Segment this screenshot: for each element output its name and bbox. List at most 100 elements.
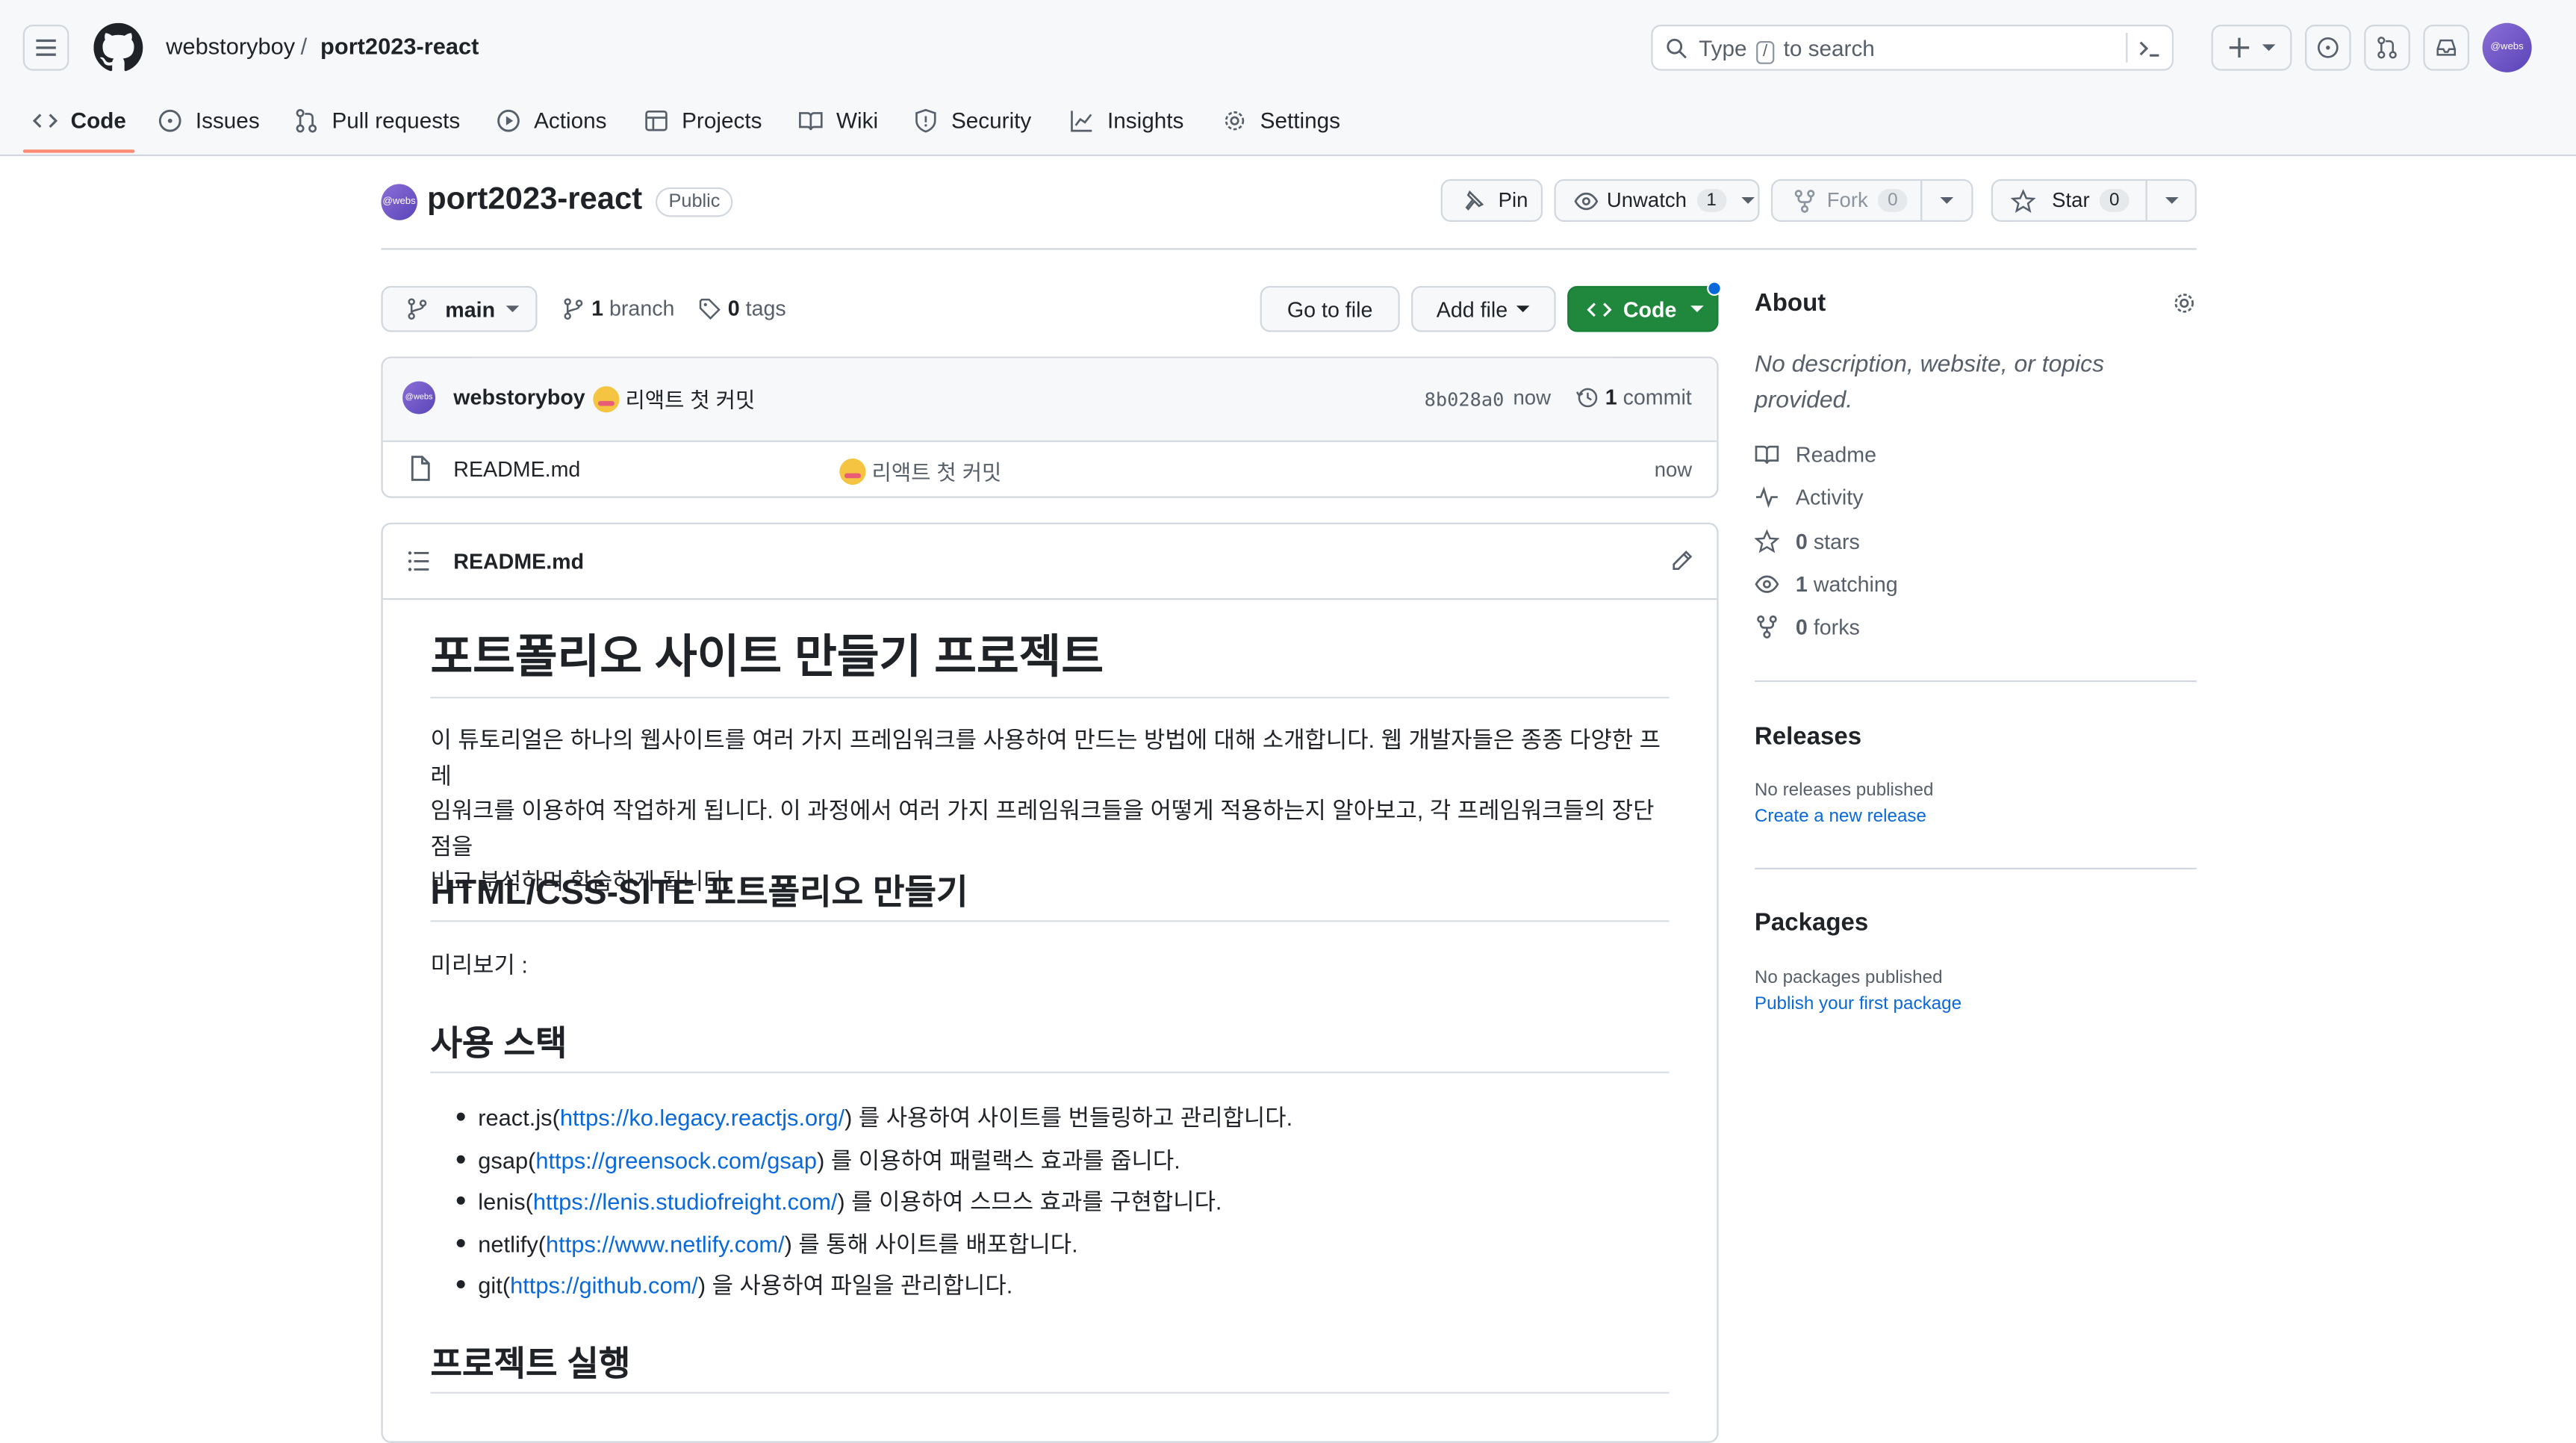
releases-title[interactable]: Releases	[1755, 723, 1861, 751]
tab-settings[interactable]: Settings	[1222, 104, 1340, 137]
fork-count: 0	[1877, 189, 1908, 212]
issue-icon	[158, 108, 181, 131]
menu-button[interactable]	[22, 25, 69, 71]
chevron-down-icon	[506, 305, 520, 313]
gear-icon[interactable]	[2172, 291, 2197, 315]
pencil-icon[interactable]	[1670, 549, 1694, 574]
repo-name[interactable]: port2023-react	[427, 182, 642, 218]
branch-selector[interactable]: main	[381, 285, 538, 332]
latest-commit-bar: @webs webstoryboy 리액트 첫 커밋 8b028a0 now 1…	[382, 358, 1717, 442]
unwatch-button[interactable]: Unwatch 1	[1554, 179, 1760, 223]
heading-rule	[430, 920, 1670, 922]
heading-rule	[430, 696, 1670, 699]
file-list: @webs webstoryboy 리액트 첫 커밋 8b028a0 now 1…	[381, 356, 1719, 498]
github-logo-icon[interactable]	[93, 22, 143, 72]
history-icon	[1575, 387, 1598, 407]
kissing-face-icon	[839, 458, 866, 485]
about-stars-link[interactable]: 0 stars	[1754, 529, 1860, 554]
issues-button[interactable]	[2305, 25, 2351, 71]
about-forks-link[interactable]: 0 forks	[1755, 615, 1860, 639]
stack-link[interactable]: https://lenis.studiofreight.com/	[533, 1188, 838, 1214]
tab-actions[interactable]: Actions	[496, 104, 607, 137]
create-new-button[interactable]	[2211, 25, 2292, 71]
fork-button[interactable]: Fork 0	[1770, 179, 1923, 223]
tab-pull-requests[interactable]: Pull requests	[294, 104, 460, 137]
book-icon	[1755, 445, 1779, 464]
star-count: 0	[2099, 189, 2129, 212]
breadcrumb-owner[interactable]: webstoryboy	[166, 33, 295, 59]
list-unordered-icon[interactable]	[408, 550, 431, 572]
heading-rule	[430, 1071, 1670, 1073]
search-placeholder: Type / to search	[1699, 36, 1875, 64]
chevron-down-icon	[1516, 305, 1529, 313]
about-activity-link[interactable]: Activity	[1755, 485, 1864, 509]
tab-code[interactable]: Code	[33, 104, 126, 137]
fork-icon	[1757, 615, 1777, 639]
about-watching-link[interactable]: 1 watching	[1755, 572, 1898, 597]
packages-title[interactable]: Packages	[1755, 909, 1868, 937]
file-icon	[411, 456, 430, 481]
fork-icon	[1794, 189, 1815, 212]
add-file-button[interactable]: Add file	[1411, 285, 1556, 332]
tab-insights[interactable]: Insights	[1069, 104, 1183, 137]
active-tab-underline	[22, 149, 135, 153]
tab-issues[interactable]: Issues	[158, 104, 260, 137]
about-readme-link[interactable]: Readme	[1755, 442, 1876, 467]
pin-button[interactable]: Pin	[1440, 179, 1543, 223]
create-release-link[interactable]: Create a new release	[1755, 807, 1926, 826]
hamburger-icon	[36, 39, 56, 56]
command-palette-icon[interactable]	[2138, 36, 2162, 60]
graph-icon	[1071, 110, 1092, 131]
commit-author[interactable]: webstoryboy	[453, 385, 585, 409]
tab-projects[interactable]: Projects	[644, 104, 762, 137]
stack-list-item: netlify(https://www.netlify.com/) 를 통해 사…	[456, 1228, 1078, 1261]
gear-icon	[1225, 110, 1245, 130]
code-icon	[33, 113, 58, 127]
releases-empty: No releases published	[1754, 781, 1934, 801]
eye-icon	[1755, 575, 1779, 593]
kissing-face-icon	[593, 386, 620, 413]
code-button[interactable]: Code	[1567, 281, 1722, 332]
file-time: now	[1654, 458, 1693, 482]
book-icon	[799, 111, 823, 130]
commit-history-link[interactable]: 1 commit	[1575, 385, 1692, 409]
star-button[interactable]: Star 0	[1991, 179, 2147, 223]
file-commit-message[interactable]: 리액트 첫 커밋	[839, 455, 1001, 486]
readme-heading-site: HTML/CSS-SITE 포트폴리오 만들기	[430, 874, 968, 913]
inbox-button[interactable]	[2423, 25, 2470, 71]
watch-count: 1	[1696, 189, 1726, 212]
commit-hash[interactable]: 8b028a0	[1425, 388, 1505, 411]
commit-time: now	[1513, 386, 1551, 409]
publish-package-link[interactable]: Publish your first package	[1755, 994, 1961, 1014]
repo-owner-avatar[interactable]: @webs	[381, 184, 417, 220]
commit-author-avatar[interactable]: @webs	[402, 381, 436, 415]
tab-security[interactable]: Security	[913, 104, 1031, 137]
tags-link[interactable]: 0 tags	[698, 296, 786, 320]
pull-requests-button[interactable]	[2364, 25, 2410, 71]
notification-dot	[1707, 281, 1722, 297]
readme-filename[interactable]: README.md	[453, 549, 584, 574]
divider	[1754, 680, 2197, 683]
fork-dropdown-button[interactable]	[1920, 179, 1973, 223]
search-input[interactable]: Type / to search	[1651, 25, 2174, 71]
issue-icon	[2317, 37, 2339, 58]
branches-link[interactable]: 1 branch	[562, 296, 674, 320]
stack-link[interactable]: https://greensock.com/gsap	[535, 1147, 817, 1173]
commit-message[interactable]: 리액트 첫 커밋	[593, 383, 755, 415]
file-name[interactable]: README.md	[453, 457, 580, 482]
about-description: No description, website, or topics provi…	[1754, 351, 2105, 415]
eye-icon	[1574, 191, 1599, 210]
star-dropdown-button[interactable]	[2145, 179, 2197, 223]
go-to-file-button[interactable]: Go to file	[1260, 285, 1400, 332]
tab-wiki[interactable]: Wiki	[798, 104, 878, 137]
readme-heading-1: 포트폴리오 사이트 만들기 프로젝트	[430, 630, 1104, 683]
table-icon	[645, 109, 668, 131]
stack-link[interactable]: https://www.netlify.com/	[546, 1231, 785, 1257]
breadcrumb-separator: /	[300, 33, 308, 60]
chevron-down-icon	[1740, 197, 1755, 204]
user-avatar[interactable]: @webs	[2482, 22, 2532, 72]
pulse-icon	[1755, 486, 1778, 508]
breadcrumb-repo[interactable]: port2023-react	[320, 33, 479, 59]
stack-link[interactable]: https://ko.legacy.reactjs.org/	[560, 1105, 844, 1131]
stack-link[interactable]: https://github.com/	[510, 1272, 698, 1298]
